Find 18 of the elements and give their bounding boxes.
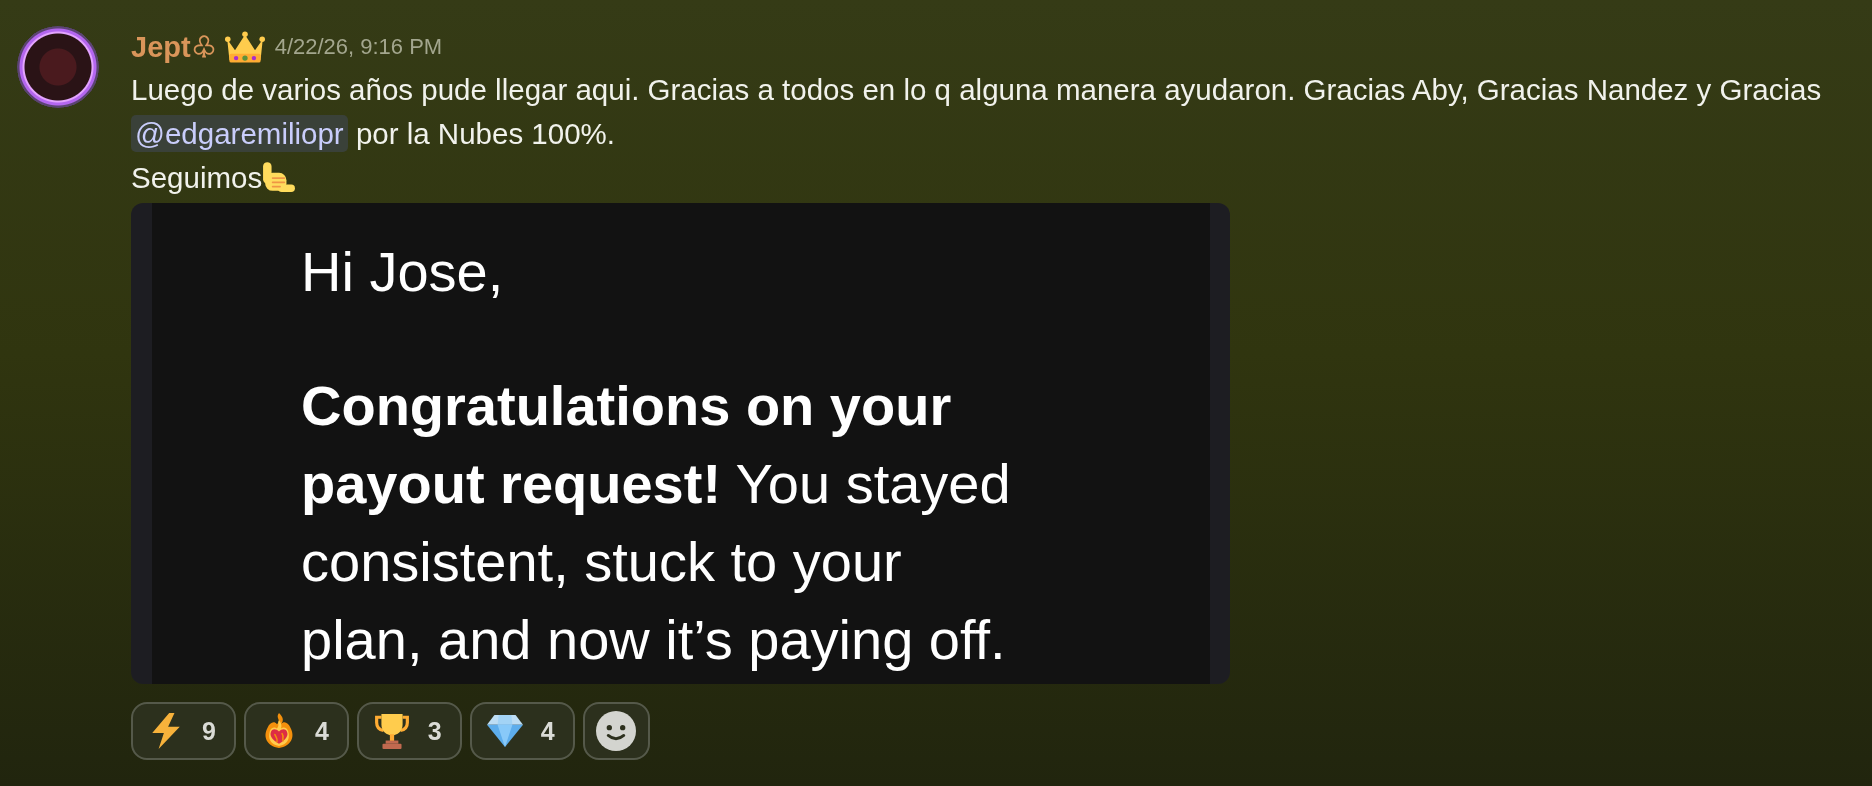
smiley-icon	[596, 711, 637, 751]
author-name[interactable]: Jept♧	[131, 30, 217, 64]
crown-icon	[224, 30, 265, 64]
timestamp: 4/22/26, 9:16 PM	[274, 34, 443, 60]
trophy-icon	[373, 713, 410, 749]
add-reaction-button[interactable]	[582, 702, 650, 760]
email-screenshot[interactable]: Hi Jose, Congratulations on your payout request! You stayed consistent, stuck to your plan, and now it’s paying off.	[131, 203, 1230, 684]
reaction-button[interactable]: 4	[469, 702, 575, 760]
email-body-text: Congratulations on your payout request! You stayed consistent, stuck to your plan, and now it’s paying off.	[301, 373, 1012, 673]
reaction-button[interactable]: 9	[131, 702, 236, 760]
gem-icon	[486, 713, 523, 749]
message-text: Luego de varios años pude llegar aqui. Gracias a todos en lo q alguna manera ayudaron. Gracias Aby, Gracias Nandez y Gracias @edgaremiliopr por la Nubes 100%.	[131, 72, 1823, 154]
message-text: Seguimos	[131, 156, 1856, 200]
reaction-button[interactable]: 4	[243, 702, 349, 760]
reaction-button[interactable]: 3	[356, 702, 462, 760]
hand-icon	[262, 160, 297, 194]
email-greeting: Hi Jose,	[301, 239, 505, 305]
user-mention[interactable]: @edgaremiliopr	[131, 115, 348, 152]
